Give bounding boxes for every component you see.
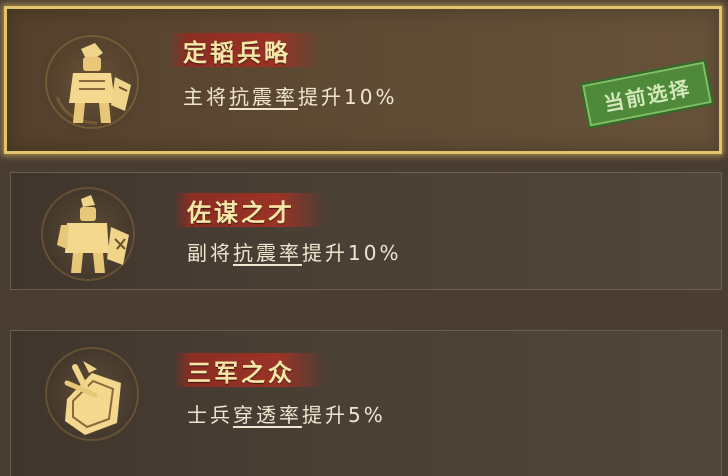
option-description-1: 主将抗震率提升10% — [183, 81, 397, 110]
emblem-2 — [33, 179, 143, 289]
emblem-3 — [37, 339, 147, 449]
stamp-label: 当前选择 — [601, 75, 693, 116]
lieutenant-armor-icon — [41, 187, 135, 281]
desc-effect: 提升10% — [298, 85, 398, 109]
option-title-plate-3: 三军之众 — [173, 353, 325, 387]
option-card-1[interactable]: 定韬兵略 主将抗震率提升10% 当前选择 — [4, 6, 722, 154]
desc-keyword-link[interactable]: 抗震率 — [233, 241, 302, 265]
option-card-2[interactable]: 佐谋之才 副将抗震率提升10% — [10, 172, 722, 290]
option-title: 定韬兵略 — [183, 38, 291, 67]
desc-keyword-link[interactable]: 穿透率 — [233, 403, 302, 427]
current-selection-stamp: 当前选择 — [579, 59, 715, 129]
shield-spear-icon — [45, 347, 139, 441]
desc-effect: 提升5% — [302, 403, 386, 427]
desc-target: 副将 — [187, 241, 233, 265]
desc-effect: 提升10% — [302, 241, 402, 265]
option-title-plate-2: 佐谋之才 — [173, 193, 325, 227]
desc-target: 士兵 — [187, 403, 233, 427]
emblem-1 — [37, 27, 147, 137]
desc-keyword-link[interactable]: 抗震率 — [229, 85, 298, 109]
option-title: 三军之众 — [187, 358, 295, 387]
option-card-3[interactable]: 三军之众 士兵穿透率提升5% — [10, 330, 722, 476]
option-description-3: 士兵穿透率提升5% — [187, 399, 386, 428]
option-title-plate-1: 定韬兵略 — [169, 33, 321, 67]
option-title: 佐谋之才 — [187, 198, 295, 227]
desc-target: 主将 — [183, 85, 229, 109]
general-armor-icon — [45, 35, 139, 129]
option-description-2: 副将抗震率提升10% — [187, 237, 401, 266]
